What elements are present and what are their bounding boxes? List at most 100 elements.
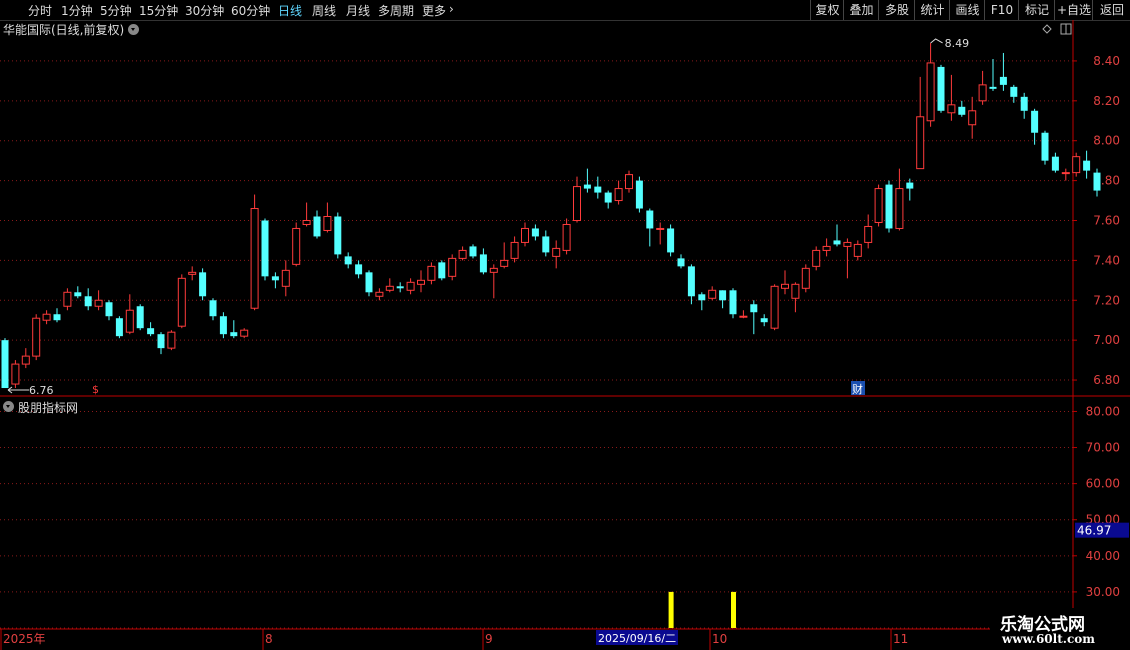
candle-body	[94, 299, 103, 307]
candle-body	[313, 216, 321, 237]
candle-body	[552, 247, 561, 257]
candle-body	[21, 355, 30, 365]
candle-body	[646, 210, 654, 229]
candle-body	[199, 272, 207, 297]
candle-body	[760, 318, 768, 323]
time-axis-label: 9	[485, 632, 493, 646]
watermark-url: www.60lt.com	[1002, 632, 1095, 646]
diamond-icon[interactable]	[1042, 24, 1052, 34]
time-axis-label: 10	[712, 632, 727, 646]
candle-body	[999, 76, 1007, 85]
low-price-label: 6.76	[29, 384, 54, 397]
candle-body	[105, 302, 113, 317]
candle-body	[42, 313, 51, 321]
candle-body	[250, 208, 259, 309]
candle-body	[11, 363, 20, 385]
candle-body	[604, 192, 612, 203]
candle-body	[698, 294, 706, 301]
candle-body	[573, 186, 581, 221]
candle-body	[219, 316, 227, 335]
current-value-label: 46.97	[1077, 524, 1111, 538]
kline-chart: 8.408.208.007.807.607.407.207.006.8080.0…	[0, 20, 1130, 650]
candle-body	[750, 304, 758, 313]
candle-body	[770, 285, 779, 329]
sub-panel-title[interactable]: 股朋指标网	[18, 399, 78, 416]
candle-body	[978, 84, 987, 102]
candle-body	[1051, 156, 1059, 171]
candle-body	[656, 227, 665, 230]
candle-body	[469, 246, 477, 257]
candle-body	[63, 291, 72, 307]
candle-body	[427, 265, 436, 281]
price-tick-label: 8.00	[1093, 134, 1120, 148]
candle-body	[635, 180, 643, 209]
candle-body	[188, 271, 197, 275]
candle-body	[968, 110, 977, 126]
price-tick-label: 7.20	[1093, 293, 1120, 307]
candle-body	[53, 314, 61, 321]
indicator-tick-label: 30.00	[1086, 585, 1120, 599]
candle-body	[801, 267, 810, 289]
candle-body	[531, 228, 539, 237]
price-tick-label: 8.40	[1093, 54, 1120, 68]
cursor-date-label: 2025/09/16/二	[598, 632, 676, 645]
candle-body	[906, 182, 914, 189]
candle-body	[271, 276, 279, 281]
candle-body	[385, 285, 394, 291]
candle-body	[562, 223, 571, 251]
candle-body	[240, 329, 249, 337]
candle-body	[1072, 156, 1081, 174]
price-tick-label: 8.20	[1093, 94, 1120, 108]
candle-body	[448, 257, 457, 277]
candle-body	[136, 306, 144, 329]
candle-body	[167, 331, 176, 349]
candle-body	[1093, 172, 1101, 191]
candle-body	[334, 216, 342, 255]
candle-body	[375, 291, 384, 297]
candle-body	[937, 66, 945, 111]
candle-body	[583, 184, 591, 189]
candle-body	[355, 264, 363, 275]
candle-body	[458, 249, 467, 259]
candle-body	[874, 188, 883, 223]
price-tick-label: 6.80	[1093, 373, 1120, 387]
candle-body	[177, 277, 186, 327]
candle-body	[500, 259, 509, 267]
candle-body	[885, 184, 893, 229]
candle-body	[479, 254, 487, 273]
price-tick-label: 7.00	[1093, 333, 1120, 347]
candle-body	[510, 241, 519, 259]
candle-body	[677, 258, 685, 267]
candle-body	[1041, 132, 1049, 161]
candle-body	[84, 296, 92, 307]
candle-body	[916, 116, 925, 170]
signal-bar	[731, 591, 736, 628]
finance-marker[interactable]: 财	[852, 382, 863, 396]
main-panel-dropdown-icon[interactable]	[128, 24, 139, 35]
high-arrow	[930, 38, 943, 44]
candle-body	[32, 317, 41, 357]
candle-body	[729, 290, 737, 315]
candle-body	[1031, 110, 1039, 133]
sub-panel-dropdown-icon[interactable]	[3, 401, 14, 412]
indicator-tick-label: 40.00	[1086, 549, 1120, 563]
candle-body	[302, 219, 311, 225]
candle-body	[157, 334, 165, 349]
candle-body	[344, 256, 352, 265]
indicator-tick-label: 80.00	[1086, 404, 1120, 418]
candle-body	[895, 188, 904, 229]
candle-body	[822, 245, 831, 251]
candle-body	[594, 186, 602, 193]
candle-body	[1020, 96, 1028, 111]
candle-body	[1083, 160, 1091, 171]
candle-body	[781, 283, 789, 289]
candle-body	[719, 290, 727, 301]
candle-body	[147, 328, 155, 335]
candle-body	[947, 104, 956, 114]
main-panel-title[interactable]: 华能国际(日线,前复权)	[3, 21, 124, 38]
candle-body	[843, 241, 852, 247]
candle-body	[281, 269, 290, 287]
candle-body	[521, 227, 529, 243]
candle-body	[417, 279, 425, 285]
dividend-marker[interactable]: $	[92, 383, 99, 396]
